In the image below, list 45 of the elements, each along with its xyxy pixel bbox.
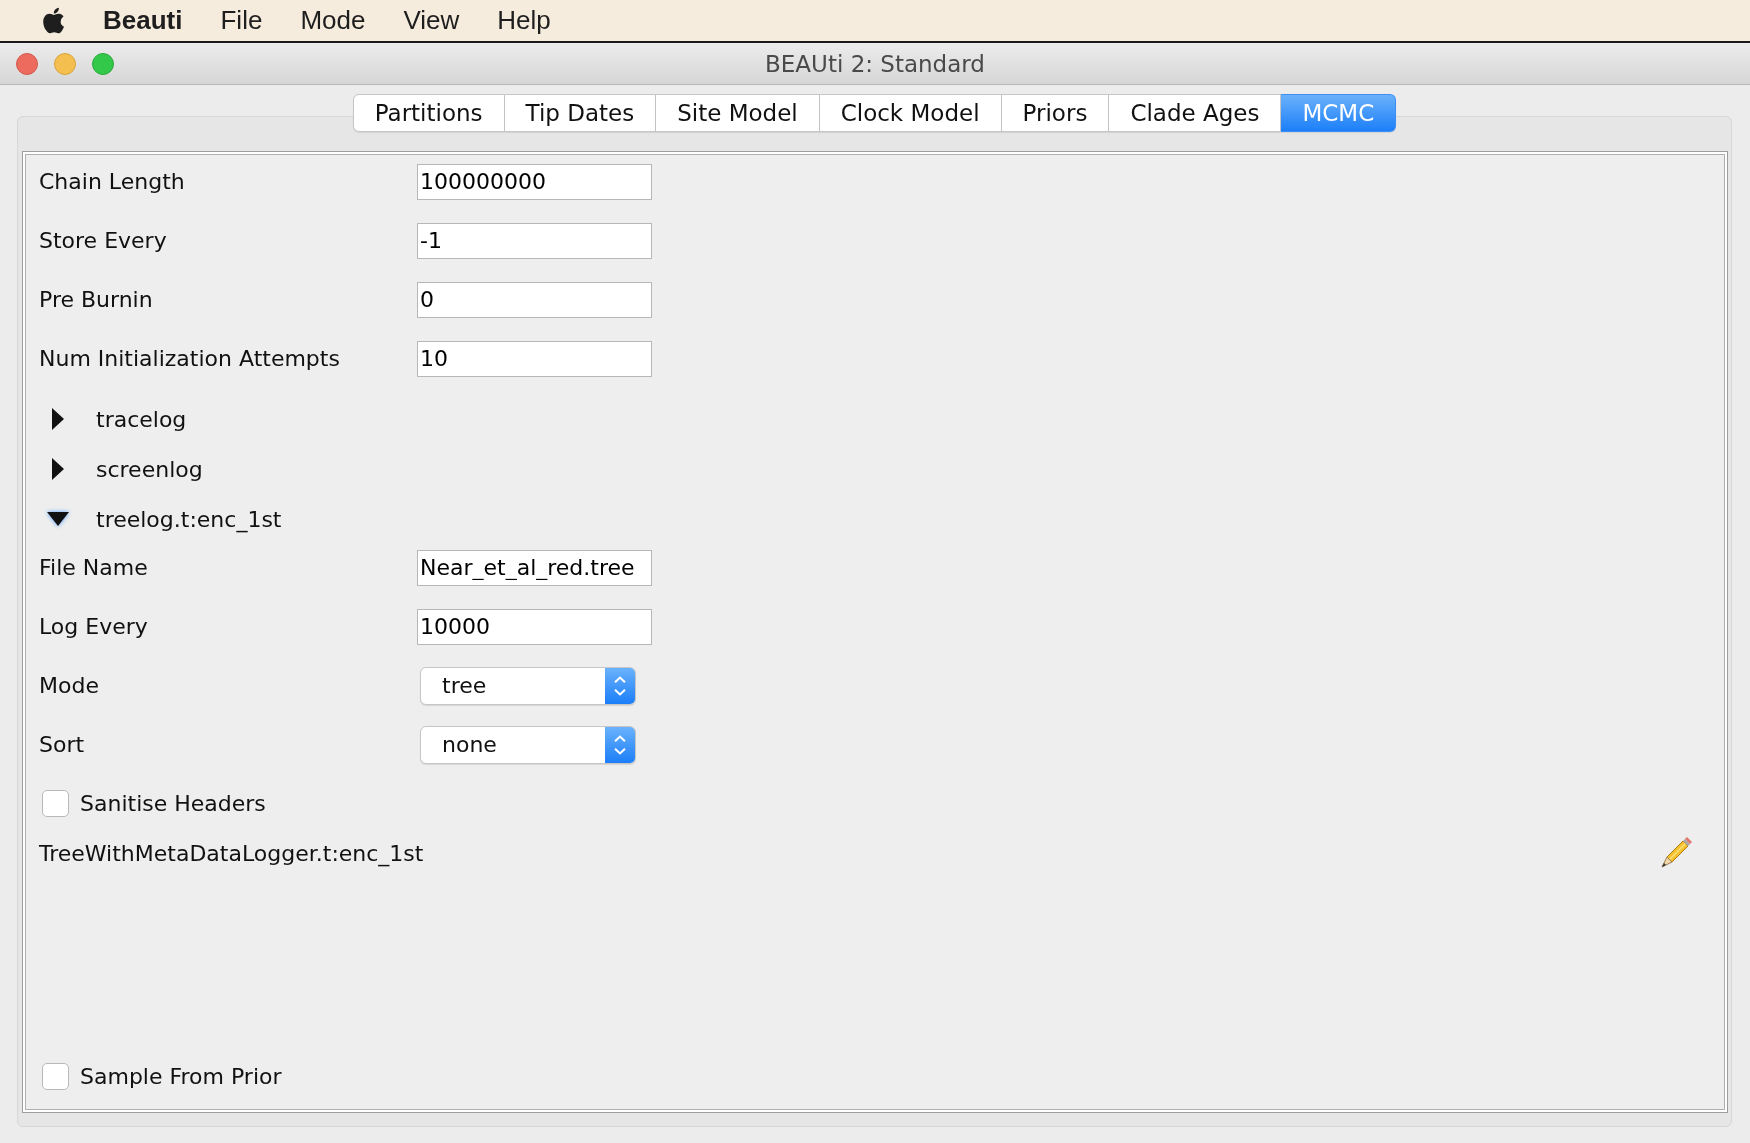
pencil-icon[interactable] bbox=[1659, 836, 1693, 870]
collapsed-triangle-icon[interactable] bbox=[51, 407, 65, 431]
collapsed-triangle-icon[interactable] bbox=[51, 457, 65, 481]
field-label: File Name bbox=[39, 555, 149, 580]
tab[interactable]: Tip Dates bbox=[504, 94, 657, 132]
field-label: Num Initialization Attempts bbox=[39, 346, 341, 371]
checkbox-label: Sample From Prior bbox=[80, 1063, 282, 1089]
close-icon[interactable] bbox=[16, 52, 38, 75]
field-label: Store Every bbox=[39, 228, 168, 253]
menu-item[interactable]: Mode bbox=[300, 5, 366, 36]
tab[interactable]: Clock Model bbox=[819, 94, 1002, 132]
stepper-icon bbox=[605, 726, 635, 763]
apple-icon[interactable] bbox=[42, 7, 65, 34]
checkbox-label: Sanitise Headers bbox=[80, 791, 266, 816]
text-field[interactable]: 100000000 bbox=[417, 163, 652, 200]
field-label: Pre Burnin bbox=[39, 287, 154, 312]
dropdown[interactable]: tree bbox=[420, 666, 636, 705]
text-field[interactable]: Near_et_al_red.tree bbox=[417, 549, 652, 586]
field-label: Sort bbox=[39, 732, 86, 757]
logger-name[interactable]: treelog.t:enc_1st bbox=[96, 506, 282, 532]
tab[interactable]: Partitions bbox=[352, 94, 505, 132]
stepper-icon bbox=[605, 667, 635, 704]
logger-name[interactable]: screenlog bbox=[96, 456, 203, 482]
field-label: Chain Length bbox=[39, 169, 186, 194]
dropdown[interactable]: none bbox=[420, 725, 636, 764]
minimize-icon[interactable] bbox=[54, 52, 76, 75]
tab[interactable]: Priors bbox=[1001, 94, 1110, 132]
menu-item[interactable]: File bbox=[220, 5, 263, 36]
field-label: Log Every bbox=[39, 614, 149, 639]
logger-type-label: TreeWithMetaDataLogger.t:enc_1st bbox=[39, 840, 425, 866]
field-label: Mode bbox=[39, 673, 100, 698]
text-field[interactable]: 10 bbox=[417, 340, 652, 377]
menu-item[interactable]: Help bbox=[497, 5, 551, 36]
window-title: BEAUti 2: Standard bbox=[765, 50, 985, 77]
checkbox[interactable] bbox=[42, 790, 69, 817]
checkbox[interactable] bbox=[42, 1062, 69, 1090]
tab[interactable]: Clade Ages bbox=[1109, 94, 1282, 132]
text-field[interactable]: 0 bbox=[417, 281, 652, 318]
app-menu[interactable]: Beauti bbox=[103, 5, 183, 36]
menu-item[interactable]: View bbox=[403, 5, 460, 36]
text-field[interactable]: -1 bbox=[417, 222, 652, 259]
logger-name[interactable]: tracelog bbox=[96, 406, 187, 432]
zoom-icon[interactable] bbox=[92, 52, 114, 75]
tab[interactable]: Site Model bbox=[656, 94, 820, 132]
text-field[interactable]: 10000 bbox=[417, 608, 652, 645]
